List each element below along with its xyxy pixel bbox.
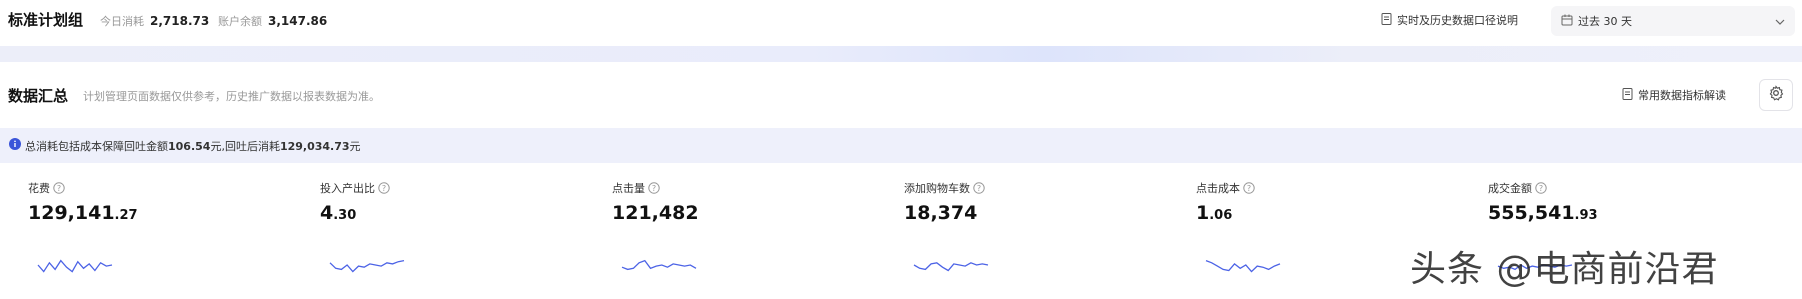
top-bar: 标准计划组 今日消耗 2,718.73 账户余额 3,147.86 实时及历史数… [0,0,1802,42]
calendar-icon [1561,14,1573,29]
date-range-select[interactable]: 过去 30 天 [1551,6,1795,36]
today-spend-value: 2,718.73 [150,14,210,28]
balance-value: 3,147.86 [268,14,328,28]
notice-mid: 元,回吐后消耗 [210,139,280,153]
svg-text:?: ? [57,184,61,193]
sparkline [621,259,697,271]
today-spend-stat: 今日消耗 2,718.73 [100,13,209,29]
metric-label: 点击成本 [1196,182,1240,195]
svg-text:?: ? [652,184,656,193]
metric-value-int: 129,141 [28,202,115,224]
sparkline-path [329,259,405,273]
summary-description: 计划管理页面数据仅供参考，历史推广数据以报表数据为准。 [83,90,380,103]
help-icon[interactable]: ? [1243,182,1255,194]
help-icon[interactable]: ? [1535,182,1547,194]
settings-button[interactable] [1759,79,1793,111]
watermark-text: 头条 @电商前沿君 [1410,249,1719,290]
summary-title: 数据汇总 [8,87,69,105]
header-divider-band [0,46,1802,62]
metric-value-dec: .27 [114,208,138,223]
metric-value-int: 121,482 [612,202,699,224]
sparkline [1205,259,1281,273]
realtime-data-link-label: 实时及历史数据口径说明 [1397,14,1518,27]
notice-suffix: 元 [349,139,361,153]
help-icon[interactable]: ? [378,182,390,194]
info-icon [9,138,21,153]
sparkline [37,259,113,273]
chevron-down-icon [1775,15,1785,28]
today-spend-label: 今日消耗 [100,15,144,28]
metric-value: 121,482 [612,202,892,226]
metric-label: 点击量 [612,182,645,195]
notice-prefix: 总消耗包括成本保障回吐金额 [25,139,168,153]
metric-value: 1.06 [1196,202,1476,226]
metric-card-add-to-cart[interactable]: 添加购物车数? 18,374 [904,180,1184,290]
sparkline-path [913,262,989,272]
document-icon [1381,12,1392,28]
metric-card-clicks[interactable]: 点击量? 121,482 [612,180,892,290]
sparkline-path [1205,259,1281,273]
realtime-data-link[interactable]: 实时及历史数据口径说明 [1381,12,1518,28]
metric-value-dec: .93 [1574,208,1598,223]
metric-label: 花费 [28,182,50,195]
metric-label: 投入产出比 [320,182,375,195]
metric-value-int: 555,541 [1488,202,1575,224]
page-title: 标准计划组 [8,11,84,29]
metric-value: 555,541.93 [1488,202,1768,226]
balance-label: 账户余额 [218,15,262,28]
svg-text:?: ? [382,184,386,193]
sparkline-path [37,259,113,273]
metric-value: 4.30 [320,202,600,226]
metric-value: 129,141.27 [28,202,308,226]
document-icon [1622,87,1633,103]
metric-value-int: 18,374 [904,202,978,224]
metric-card-spend[interactable]: 花费? 129,141.27 [28,180,308,290]
metric-value-int: 4 [320,202,334,224]
svg-text:?: ? [1247,184,1251,193]
sparkline [329,259,405,273]
metrics-help-link-label: 常用数据指标解读 [1638,89,1726,102]
notice-net-spend: 129,034.73 [279,139,350,153]
sparkline-path [621,259,697,271]
notice-text: 总消耗包括成本保障回吐金额106.54元,回吐后消耗129,034.73元 [25,138,361,154]
help-icon[interactable]: ? [53,182,65,194]
metric-label: 添加购物车数 [904,182,970,195]
help-icon[interactable]: ? [973,182,985,194]
svg-text:?: ? [977,184,981,193]
metric-value-dec: .30 [333,208,357,223]
date-range-value: 过去 30 天 [1578,15,1632,28]
metrics-help-link[interactable]: 常用数据指标解读 [1622,87,1726,103]
notice-refund-amount: 106.54 [168,139,211,153]
help-icon[interactable]: ? [648,182,660,194]
metric-label: 成交金额 [1488,182,1532,195]
svg-text:?: ? [1539,184,1543,193]
metric-value: 18,374 [904,202,1184,226]
metric-value-dec: .06 [1209,208,1233,223]
metric-card-roi[interactable]: 投入产出比? 4.30 [320,180,600,290]
sparkline [913,262,989,272]
notice-bar: 总消耗包括成本保障回吐金额106.54元,回吐后消耗129,034.73元 [0,128,1802,163]
gear-icon [1768,85,1784,105]
balance-stat: 账户余额 3,147.86 [218,13,327,29]
metric-value-int: 1 [1196,202,1210,224]
